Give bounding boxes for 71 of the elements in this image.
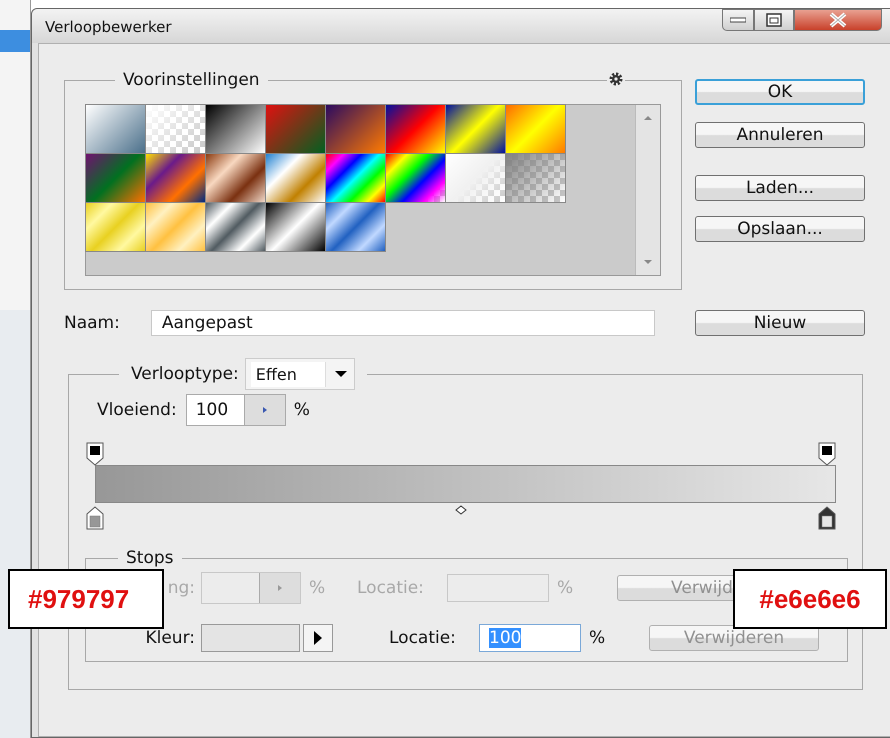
smoothness-field[interactable]: 100	[186, 394, 286, 426]
opacity-stop-icon[interactable]	[86, 442, 104, 466]
smoothness-label: Vloeiend:	[97, 400, 177, 420]
gradient-swatch[interactable]	[326, 203, 385, 251]
stop-field-label: Kleur:	[145, 628, 195, 648]
gradient-swatch[interactable]	[506, 154, 565, 202]
name-field[interactable]: Aangepast	[150, 310, 655, 336]
color-stop-icon[interactable]	[86, 506, 104, 530]
group-label: Stops	[125, 548, 175, 568]
midpoint-icon[interactable]	[455, 505, 467, 515]
minimize-icon	[730, 17, 746, 23]
color-stop-icon[interactable]	[818, 506, 836, 530]
gradient-swatch[interactable]	[446, 105, 505, 153]
gradient-swatch[interactable]	[446, 154, 505, 202]
gradient-swatch[interactable]	[386, 105, 445, 153]
dialog-button[interactable]: OK	[695, 79, 865, 105]
new-button[interactable]: Nieuw	[695, 310, 865, 336]
scroll-up-icon[interactable]	[643, 115, 653, 121]
gradient-swatch[interactable]	[266, 203, 325, 251]
group-label: Voorinstellingen	[122, 70, 261, 90]
scrollbar[interactable]	[635, 105, 660, 275]
color-code-tooltip: #e6e6e6	[733, 569, 887, 629]
opacity-field[interactable]	[201, 572, 301, 604]
close-icon	[828, 12, 848, 28]
field-value: 100	[489, 628, 522, 648]
percent-label: %	[309, 578, 326, 598]
window-title: Verloopbewerker	[44, 17, 172, 36]
opacity-stop-icon[interactable]	[818, 442, 836, 466]
type-dropdown[interactable]: Effen	[244, 358, 355, 390]
scroll-down-icon[interactable]	[643, 259, 653, 265]
dialog-button[interactable]: Laden...	[695, 175, 865, 201]
caret-icon	[277, 584, 283, 592]
dialog-button[interactable]: Opslaan...	[695, 216, 865, 242]
close-button[interactable]	[794, 9, 882, 31]
type-label: Verlooptype:	[131, 364, 239, 384]
dropdown-value: Effen	[250, 362, 326, 386]
gradient-swatch[interactable]	[206, 105, 265, 153]
percent-label: %	[557, 578, 574, 598]
gradient-swatch[interactable]	[326, 154, 385, 202]
name-label: Naam:	[64, 313, 120, 333]
gradient-swatch[interactable]	[206, 203, 265, 251]
gradient-swatch[interactable]	[506, 105, 565, 153]
gradient-swatch[interactable]	[266, 105, 325, 153]
color-code-tooltip: #979797	[8, 569, 164, 629]
gradient-swatch[interactable]	[146, 203, 205, 251]
dialog-button[interactable]: Annuleren	[695, 122, 865, 148]
caret-icon	[262, 406, 268, 414]
play-arrow-icon	[313, 630, 323, 646]
gradient-swatch[interactable]	[326, 105, 385, 153]
maximize-button[interactable]	[754, 9, 794, 31]
gradient-swatch[interactable]	[146, 154, 205, 202]
minimize-button[interactable]	[722, 9, 754, 31]
gradient-swatch[interactable]	[86, 105, 145, 153]
gradient-swatch[interactable]	[206, 154, 265, 202]
list-item-highlight	[0, 30, 30, 52]
gradient-swatch[interactable]	[266, 154, 325, 202]
gradient-swatch[interactable]	[146, 105, 205, 153]
color-menu-button[interactable]	[303, 624, 333, 652]
percent-label: %	[294, 400, 311, 420]
location-label: Locatie:	[357, 578, 425, 598]
field-value: 100	[194, 399, 230, 422]
gradient-swatch[interactable]	[86, 154, 145, 202]
maximize-icon	[766, 13, 782, 27]
location-field[interactable]	[447, 574, 549, 602]
stop-field-label: ng:	[168, 578, 195, 598]
gradient-swatch[interactable]	[386, 154, 445, 202]
gradient-swatch[interactable]	[86, 203, 145, 251]
location-label: Locatie:	[389, 628, 457, 648]
percent-label: %	[589, 628, 606, 648]
color-field[interactable]	[201, 624, 300, 652]
dropdown-arrow-icon	[334, 370, 348, 378]
